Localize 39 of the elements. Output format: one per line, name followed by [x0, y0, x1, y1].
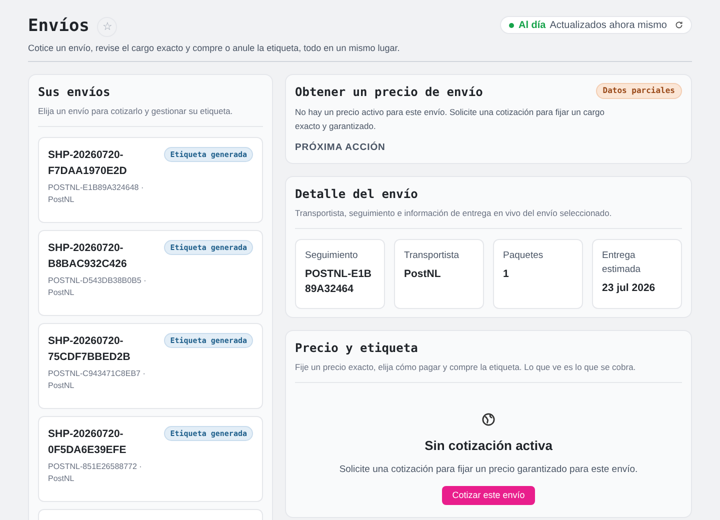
panel-title: Obtener un precio de envío: [295, 84, 483, 101]
stat-label: Seguimiento: [305, 249, 359, 263]
shipment-id: SHP-20260720-B8BAC932C426: [48, 240, 128, 272]
tracking-number: POSTNL-C943471C8EB7 ·: [48, 368, 146, 380]
panel-subtitle: Elija un envío para cotizarlo y gestionar su etiqueta.: [38, 105, 234, 118]
tracking-number: POSTNL-E1B89A324648 ·: [48, 182, 145, 194]
panel-title: Sus envíos: [38, 84, 112, 101]
panel-subtitle: Transportista, seguimiento e información de entrega en vivo del envío seleccionado.: [295, 207, 613, 220]
partial-data-badge: Datos parciales: [596, 83, 682, 99]
carrier-name: PostNL: [48, 286, 76, 299]
shipment-id: SHP-20260720-F7DAA1970E2D: [48, 148, 128, 179]
stat-label: Paquetes: [503, 249, 544, 263]
page-title: Envíos: [28, 15, 90, 38]
empty-state-title: Sin cotización activa: [424, 436, 552, 455]
stat-label: Transportista: [404, 249, 460, 263]
panel-title: Detalle del envío: [295, 186, 419, 204]
status-text: Actualizados ahora mismo: [550, 18, 667, 32]
refresh-icon[interactable]: [675, 21, 683, 29]
stat-value: 1: [503, 267, 510, 282]
panel-subtitle: Fije un precio exacto, elija cómo pagar y compre la etiqueta. Lo que ve es lo que se cobra.: [295, 361, 637, 374]
stat-value: 23 jul 2026: [602, 281, 656, 296]
tracking-number: POSTNL-D543DB38B0B5 ·: [48, 274, 148, 287]
empty-state-text: Solicite una cotización para fijar un precio garantizado para este envío.: [339, 463, 638, 478]
next-action-heading: PRÓXIMA ACCIÓN: [295, 141, 386, 155]
carrier-name: PostNL: [48, 380, 76, 392]
stat-value: POSTNL-E1B89A32464: [305, 267, 373, 297]
panel-title: Precio y etiqueta: [295, 340, 419, 357]
quote-button[interactable]: Cotizar este envío: [442, 486, 535, 505]
page-subtitle: Cotice un envío, revise el cargo exacto y compre o anule la etiqueta, todo en un mismo lugar.: [28, 42, 401, 55]
stat-label: Entrega estimada: [602, 249, 642, 277]
tracking-number: POSTNL-851E26588772 ·: [48, 460, 143, 473]
globe-icon: [482, 412, 495, 426]
quote-text: No hay un precio activo para este envío. Solicite una cotización para fijar un cargo exacto y garantizado.: [295, 106, 606, 133]
carrier-name: PostNL: [48, 194, 76, 206]
shipment-id: SHP-20260720-75CDF7BBED2B: [48, 334, 132, 365]
stat-value: PostNL: [404, 267, 442, 282]
carrier-name: PostNL: [48, 472, 76, 485]
shipment-id: SHP-20260720-0F5DA6E39EFE: [48, 426, 128, 458]
status-label: Al día: [518, 18, 546, 32]
